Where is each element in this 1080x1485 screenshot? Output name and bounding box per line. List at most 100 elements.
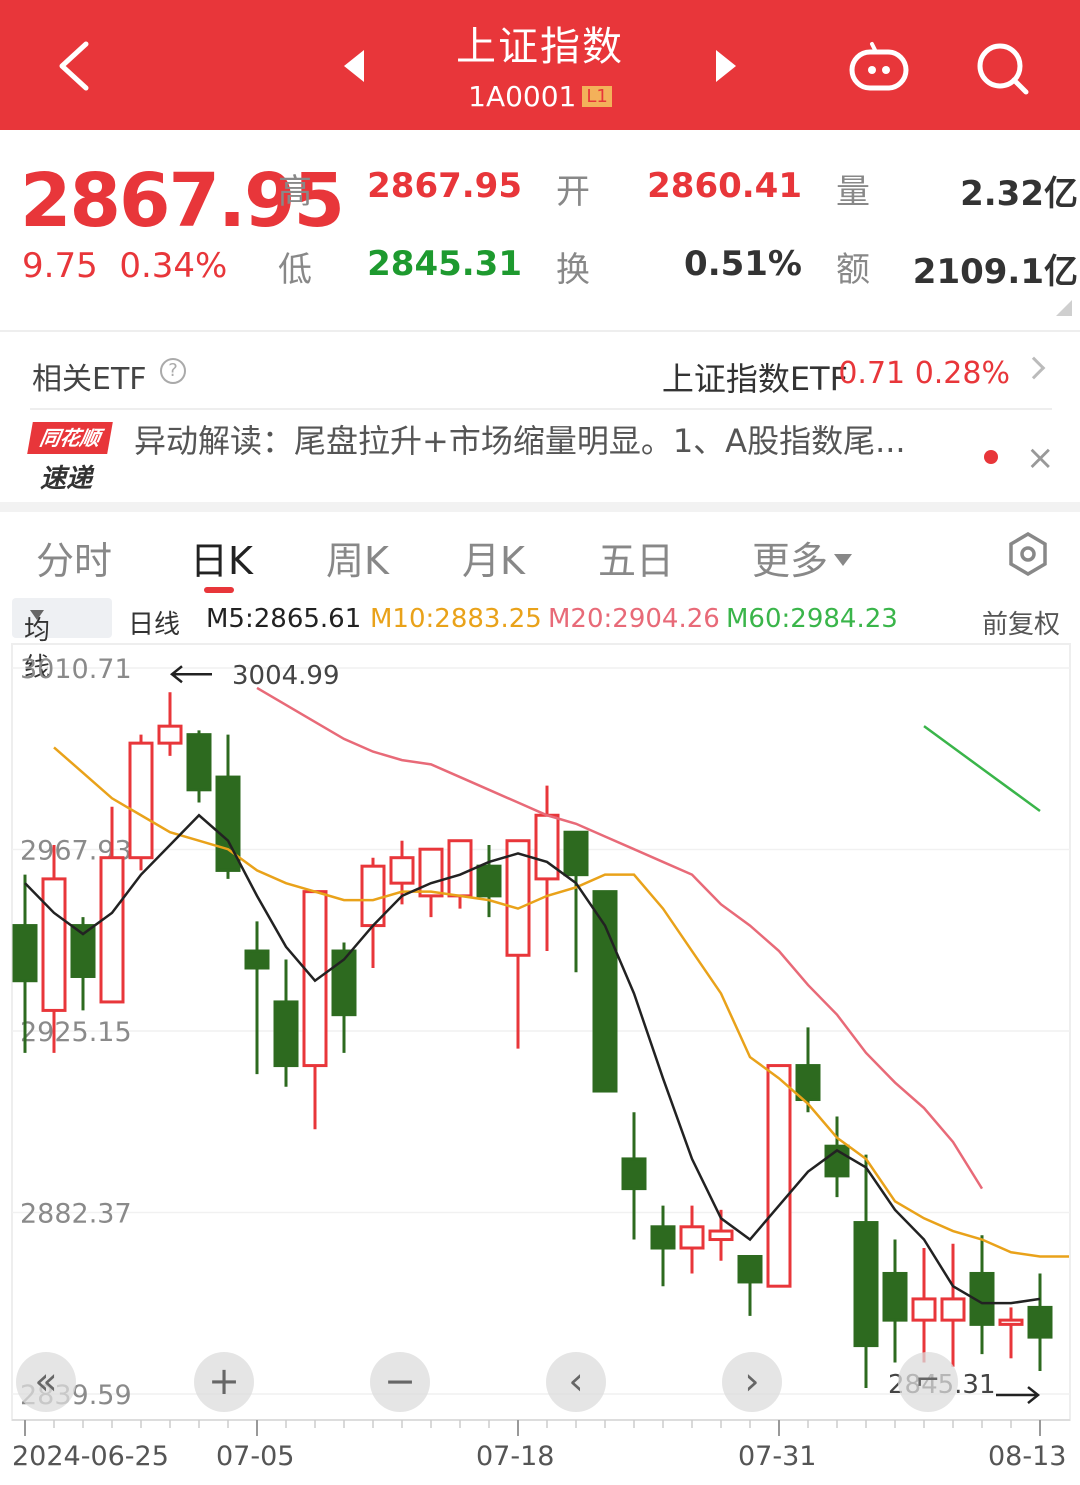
tab-more[interactable]: 更多: [752, 530, 853, 585]
candle-body: [621, 1157, 647, 1191]
grid-lines: [12, 667, 1070, 1395]
candle-body: [447, 839, 473, 898]
m60-line: [923, 725, 1041, 813]
candle-body: [998, 1318, 1024, 1326]
amount-value: 2109.1亿: [912, 252, 1078, 292]
volume-label: 量: [836, 172, 870, 212]
high-value: 2867.95: [367, 166, 522, 206]
m10-value: M10:2883.25: [370, 604, 542, 634]
etf-name[interactable]: 上证指数ETF: [662, 354, 848, 400]
candle-body: [99, 856, 125, 1004]
candle-body: [505, 839, 531, 957]
rewind-button[interactable]: «: [16, 1352, 76, 1412]
tab-more-label: 更多: [752, 539, 829, 583]
candle-body: [1027, 1305, 1053, 1339]
m5-value: M5:2865.61: [206, 604, 362, 634]
quote-panel: 2867.95 9.75 0.34% 高 2867.95 开 2860.41 量…: [0, 130, 1080, 330]
high-label: 高: [278, 172, 312, 212]
x-tick-label: 07-05: [216, 1441, 294, 1472]
m5-line: [24, 813, 1041, 1305]
plot-frame: [11, 643, 1071, 1421]
stock-code: 1A0001 L1: [0, 80, 1080, 113]
candle-body: [302, 890, 328, 1068]
adjust-label[interactable]: 前复权: [982, 604, 1060, 641]
tab-monthly-k[interactable]: 月K: [462, 530, 525, 585]
candle-body: [592, 890, 618, 1093]
x-tick-label: 07-18: [476, 1441, 554, 1472]
candle-body: [853, 1221, 879, 1348]
page-title: 上证指数: [456, 24, 624, 70]
change-percent: 0.34%: [119, 246, 228, 286]
fullscreen-button[interactable]: ⌐: [898, 1352, 958, 1412]
candle-body: [418, 847, 444, 898]
robot-icon[interactable]: [846, 36, 912, 96]
candle-body: [708, 1229, 734, 1242]
zoom-out-button[interactable]: −: [370, 1352, 430, 1412]
caret-down-icon: [30, 610, 44, 620]
candle-body: [157, 724, 183, 745]
candle-body: [882, 1271, 908, 1322]
x-axis: 2024-06-25 07-05 07-18 07-31 08-13: [12, 1419, 1070, 1472]
level-badge: L1: [582, 86, 612, 107]
expand-corner-icon[interactable]: [1056, 300, 1072, 316]
help-icon[interactable]: ?: [160, 358, 186, 384]
etf-percent: 0.28%: [914, 356, 1010, 391]
section-gap: [0, 502, 1080, 512]
x-tick-label: 2024-06-25: [12, 1441, 169, 1472]
logo-bottom: 速递: [40, 464, 93, 494]
candle-body: [534, 813, 560, 881]
close-icon[interactable]: ×: [1026, 438, 1055, 478]
y-tick-label: 2925.15: [20, 1017, 132, 1048]
period-label: 日线: [128, 610, 181, 640]
open-label: 开: [556, 172, 590, 212]
scroll-left-button[interactable]: ‹: [546, 1352, 606, 1412]
candle-body: [186, 733, 212, 792]
news-logo: 同花顺 速递: [27, 422, 113, 494]
m20-line: [256, 686, 984, 1190]
news-ticker[interactable]: 同花顺 速递 异动解读：尾盘拉升+市场缩量明显。1、A股指数尾... ×: [0, 410, 1080, 500]
search-icon[interactable]: [972, 38, 1032, 98]
turnover-label: 换: [556, 250, 590, 290]
tab-daily-k[interactable]: 日K: [190, 530, 253, 585]
tab-five-day[interactable]: 五日: [598, 530, 674, 585]
etf-quote: 0.71 0.28%: [838, 356, 1010, 391]
turnover-value: 0.51%: [684, 244, 802, 284]
change-value: 9.75: [22, 246, 98, 286]
tab-intraday[interactable]: 分时: [36, 530, 112, 585]
m60-value: M60:2984.23: [726, 604, 898, 634]
news-text[interactable]: 异动解读：尾盘拉升+市场缩量明显。1、A股指数尾...: [134, 416, 964, 462]
candle-body: [911, 1297, 937, 1322]
ma-lines: [24, 686, 1069, 1305]
candle-body: [476, 864, 502, 898]
candle-body: [563, 830, 589, 877]
ma-legend-bar: 均线 日线 M5:2865.61 M10:2883.25 M20:2904.26…: [0, 598, 1080, 683]
stock-code-text: 1A0001: [468, 80, 577, 113]
etf-value: 0.71: [838, 356, 906, 391]
tab-weekly-k[interactable]: 周K: [326, 530, 389, 585]
etf-label: 相关ETF: [32, 362, 147, 397]
related-etf-row[interactable]: 相关ETF ? 上证指数ETF 0.71 0.28%: [0, 340, 1080, 400]
candle-body: [389, 856, 415, 885]
volume-value: 2.32亿: [960, 174, 1078, 214]
candle-body: [41, 877, 67, 1012]
scroll-right-button[interactable]: ›: [722, 1352, 782, 1412]
candle-body: [244, 949, 270, 970]
zoom-in-button[interactable]: +: [194, 1352, 254, 1412]
x-tick-label: 08-13: [988, 1441, 1066, 1472]
active-tab-indicator: [204, 587, 234, 593]
settings-hexagon-icon[interactable]: [1006, 532, 1050, 576]
app-header: 上证指数 1A0001 L1: [0, 0, 1080, 130]
low-value: 2845.31: [367, 244, 522, 284]
low-label: 低: [278, 250, 312, 290]
candle-body: [795, 1064, 821, 1102]
candle-body: [766, 1064, 792, 1288]
candle-body: [737, 1254, 763, 1284]
x-tick-label: 07-31: [738, 1441, 816, 1472]
candle-body: [940, 1297, 966, 1322]
y-tick-label: 3010.71: [20, 654, 132, 685]
next-triangle-icon[interactable]: [712, 48, 740, 84]
chart-tabs: 分时 日K 周K 月K 五日 更多: [0, 520, 1080, 600]
divider: [0, 330, 1080, 332]
chevron-right-icon[interactable]: [1022, 356, 1046, 380]
open-value: 2860.41: [647, 166, 802, 206]
